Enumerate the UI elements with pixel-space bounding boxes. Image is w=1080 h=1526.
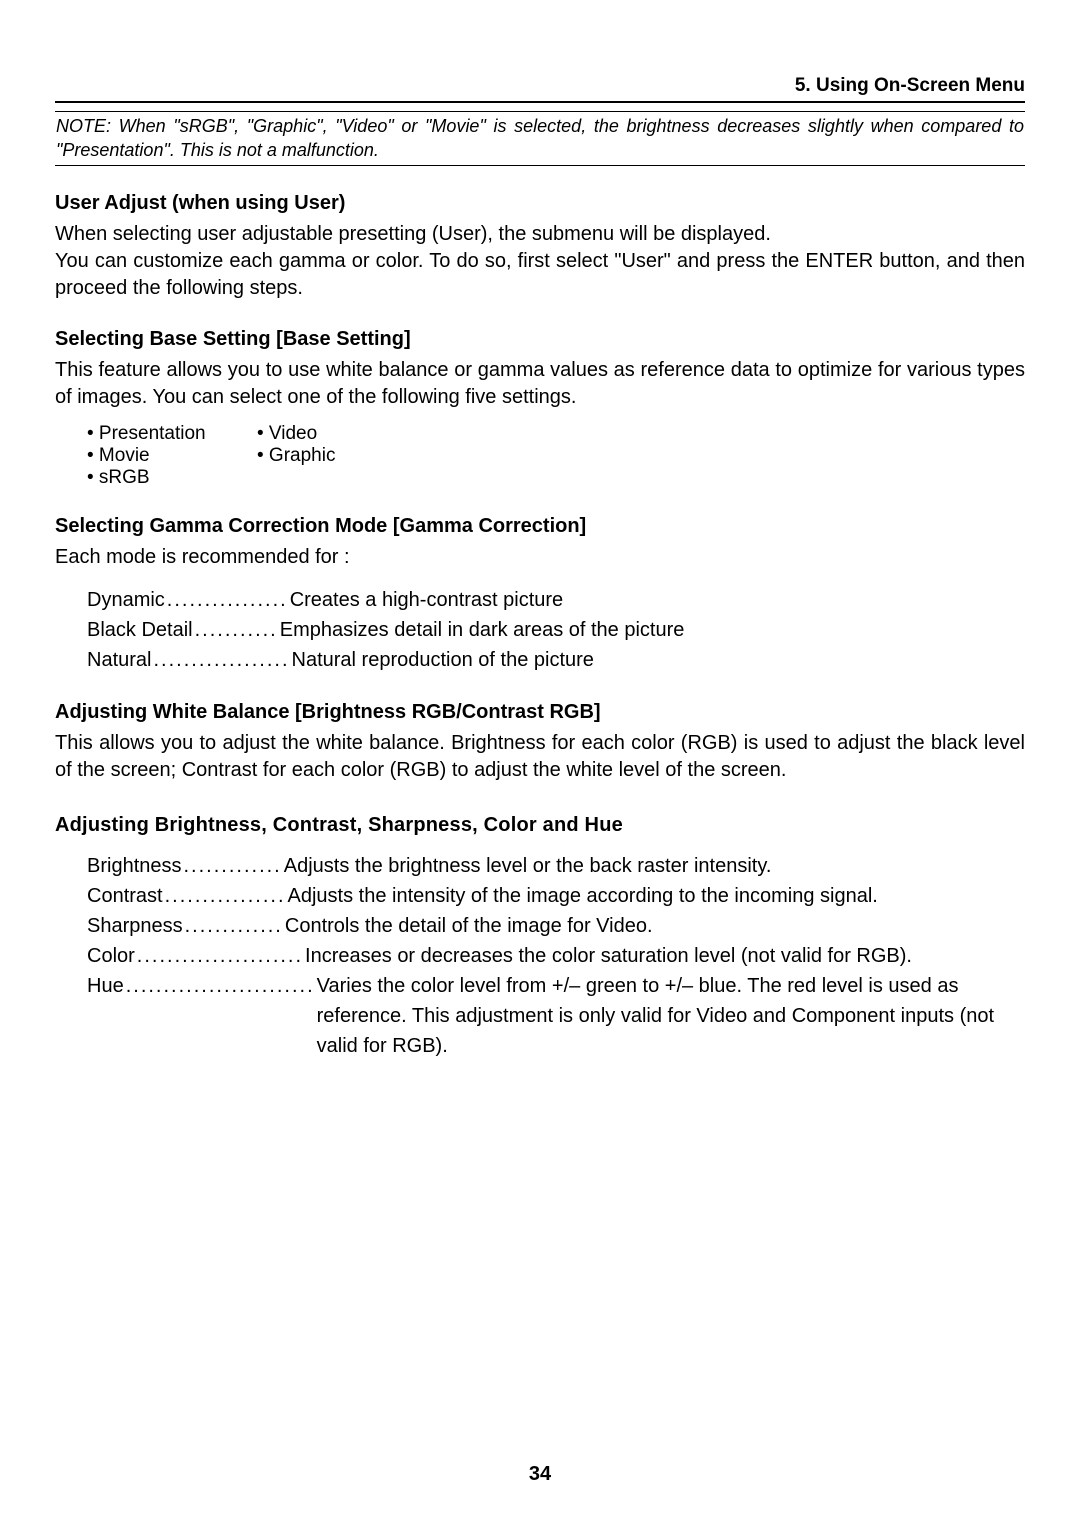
list-item: Sharpness ............. Controls the det… (87, 911, 1025, 941)
heading-gamma: Selecting Gamma Correction Mode [Gamma C… (55, 515, 1025, 538)
note-rule-bottom (55, 165, 1025, 166)
bullet-item: • Presentation (87, 423, 257, 445)
leader-dots: ................ (165, 585, 290, 615)
note-rule-top (55, 111, 1025, 112)
def-label: Hue (87, 971, 124, 1001)
paragraph: Each mode is recommended for : (55, 544, 1025, 571)
bullet-item: • Video (257, 423, 427, 445)
leader-dots: ........... (193, 615, 280, 645)
leader-dots: ................ (163, 881, 288, 911)
def-label: Sharpness (87, 911, 183, 941)
list-item: Contrast ................ Adjusts the in… (87, 881, 1025, 911)
heading-base-setting: Selecting Base Setting [Base Setting] (55, 328, 1025, 351)
def-desc: Natural reproduction of the picture (292, 645, 1025, 675)
list-item: Brightness ............. Adjusts the bri… (87, 851, 1025, 881)
paragraph: When selecting user adjustable presettin… (55, 221, 1025, 248)
chapter-header: 5. Using On-Screen Menu (55, 75, 1025, 103)
paragraph: This allows you to adjust the white bala… (55, 730, 1025, 784)
page-number: 34 (0, 1463, 1080, 1486)
list-item: Natural .................. Natural repro… (87, 645, 1025, 675)
list-item: Color ...................... Increases o… (87, 941, 1025, 971)
def-desc: Controls the detail of the image for Vid… (285, 911, 1025, 941)
leader-dots: ............. (182, 851, 284, 881)
leader-dots: ......................... (124, 971, 317, 1001)
def-desc: Emphasizes detail in dark areas of the p… (280, 615, 1025, 645)
paragraph: You can customize each gamma or color. T… (55, 248, 1025, 302)
paragraph: This feature allows you to use white bal… (55, 357, 1025, 411)
list-item: Black Detail ........... Emphasizes deta… (87, 615, 1025, 645)
heading-user-adjust: User Adjust (when using User) (55, 192, 1025, 215)
leader-dots: .................. (151, 645, 291, 675)
heading-adjusting-all: Adjusting Brightness, Contrast, Sharpnes… (55, 814, 1025, 837)
bullet-item: • sRGB (87, 467, 257, 489)
def-label: Contrast (87, 881, 163, 911)
def-desc: Creates a high-contrast picture (290, 585, 1025, 615)
heading-white-balance: Adjusting White Balance [Brightness RGB/… (55, 701, 1025, 724)
note-text: NOTE: When "sRGB", "Graphic", "Video" or… (56, 114, 1024, 163)
def-label: Dynamic (87, 585, 165, 615)
leader-dots: ............. (183, 911, 285, 941)
def-label: Color (87, 941, 135, 971)
bullet-item: • Graphic (257, 445, 427, 467)
def-label: Brightness (87, 851, 182, 881)
manual-page: 5. Using On-Screen Menu NOTE: When "sRGB… (0, 0, 1080, 1526)
gamma-mode-list: Dynamic ................ Creates a high-… (87, 585, 1025, 675)
def-desc: Increases or decreases the color saturat… (305, 941, 1025, 971)
def-desc: Varies the color level from +/– green to… (317, 971, 1025, 1061)
def-desc: Adjusts the brightness level or the back… (284, 851, 1025, 881)
def-label: Black Detail (87, 615, 193, 645)
def-desc: Adjusts the intensity of the image accor… (288, 881, 1026, 911)
def-label: Natural (87, 645, 151, 675)
bullet-item: • Movie (87, 445, 257, 467)
list-item: Hue ......................... Varies the… (87, 971, 1025, 1061)
leader-dots: ...................... (135, 941, 305, 971)
list-item: Dynamic ................ Creates a high-… (87, 585, 1025, 615)
adjust-list: Brightness ............. Adjusts the bri… (87, 851, 1025, 1061)
base-setting-bullets: • Presentation • Video • Movie • Graphic… (87, 423, 1025, 489)
